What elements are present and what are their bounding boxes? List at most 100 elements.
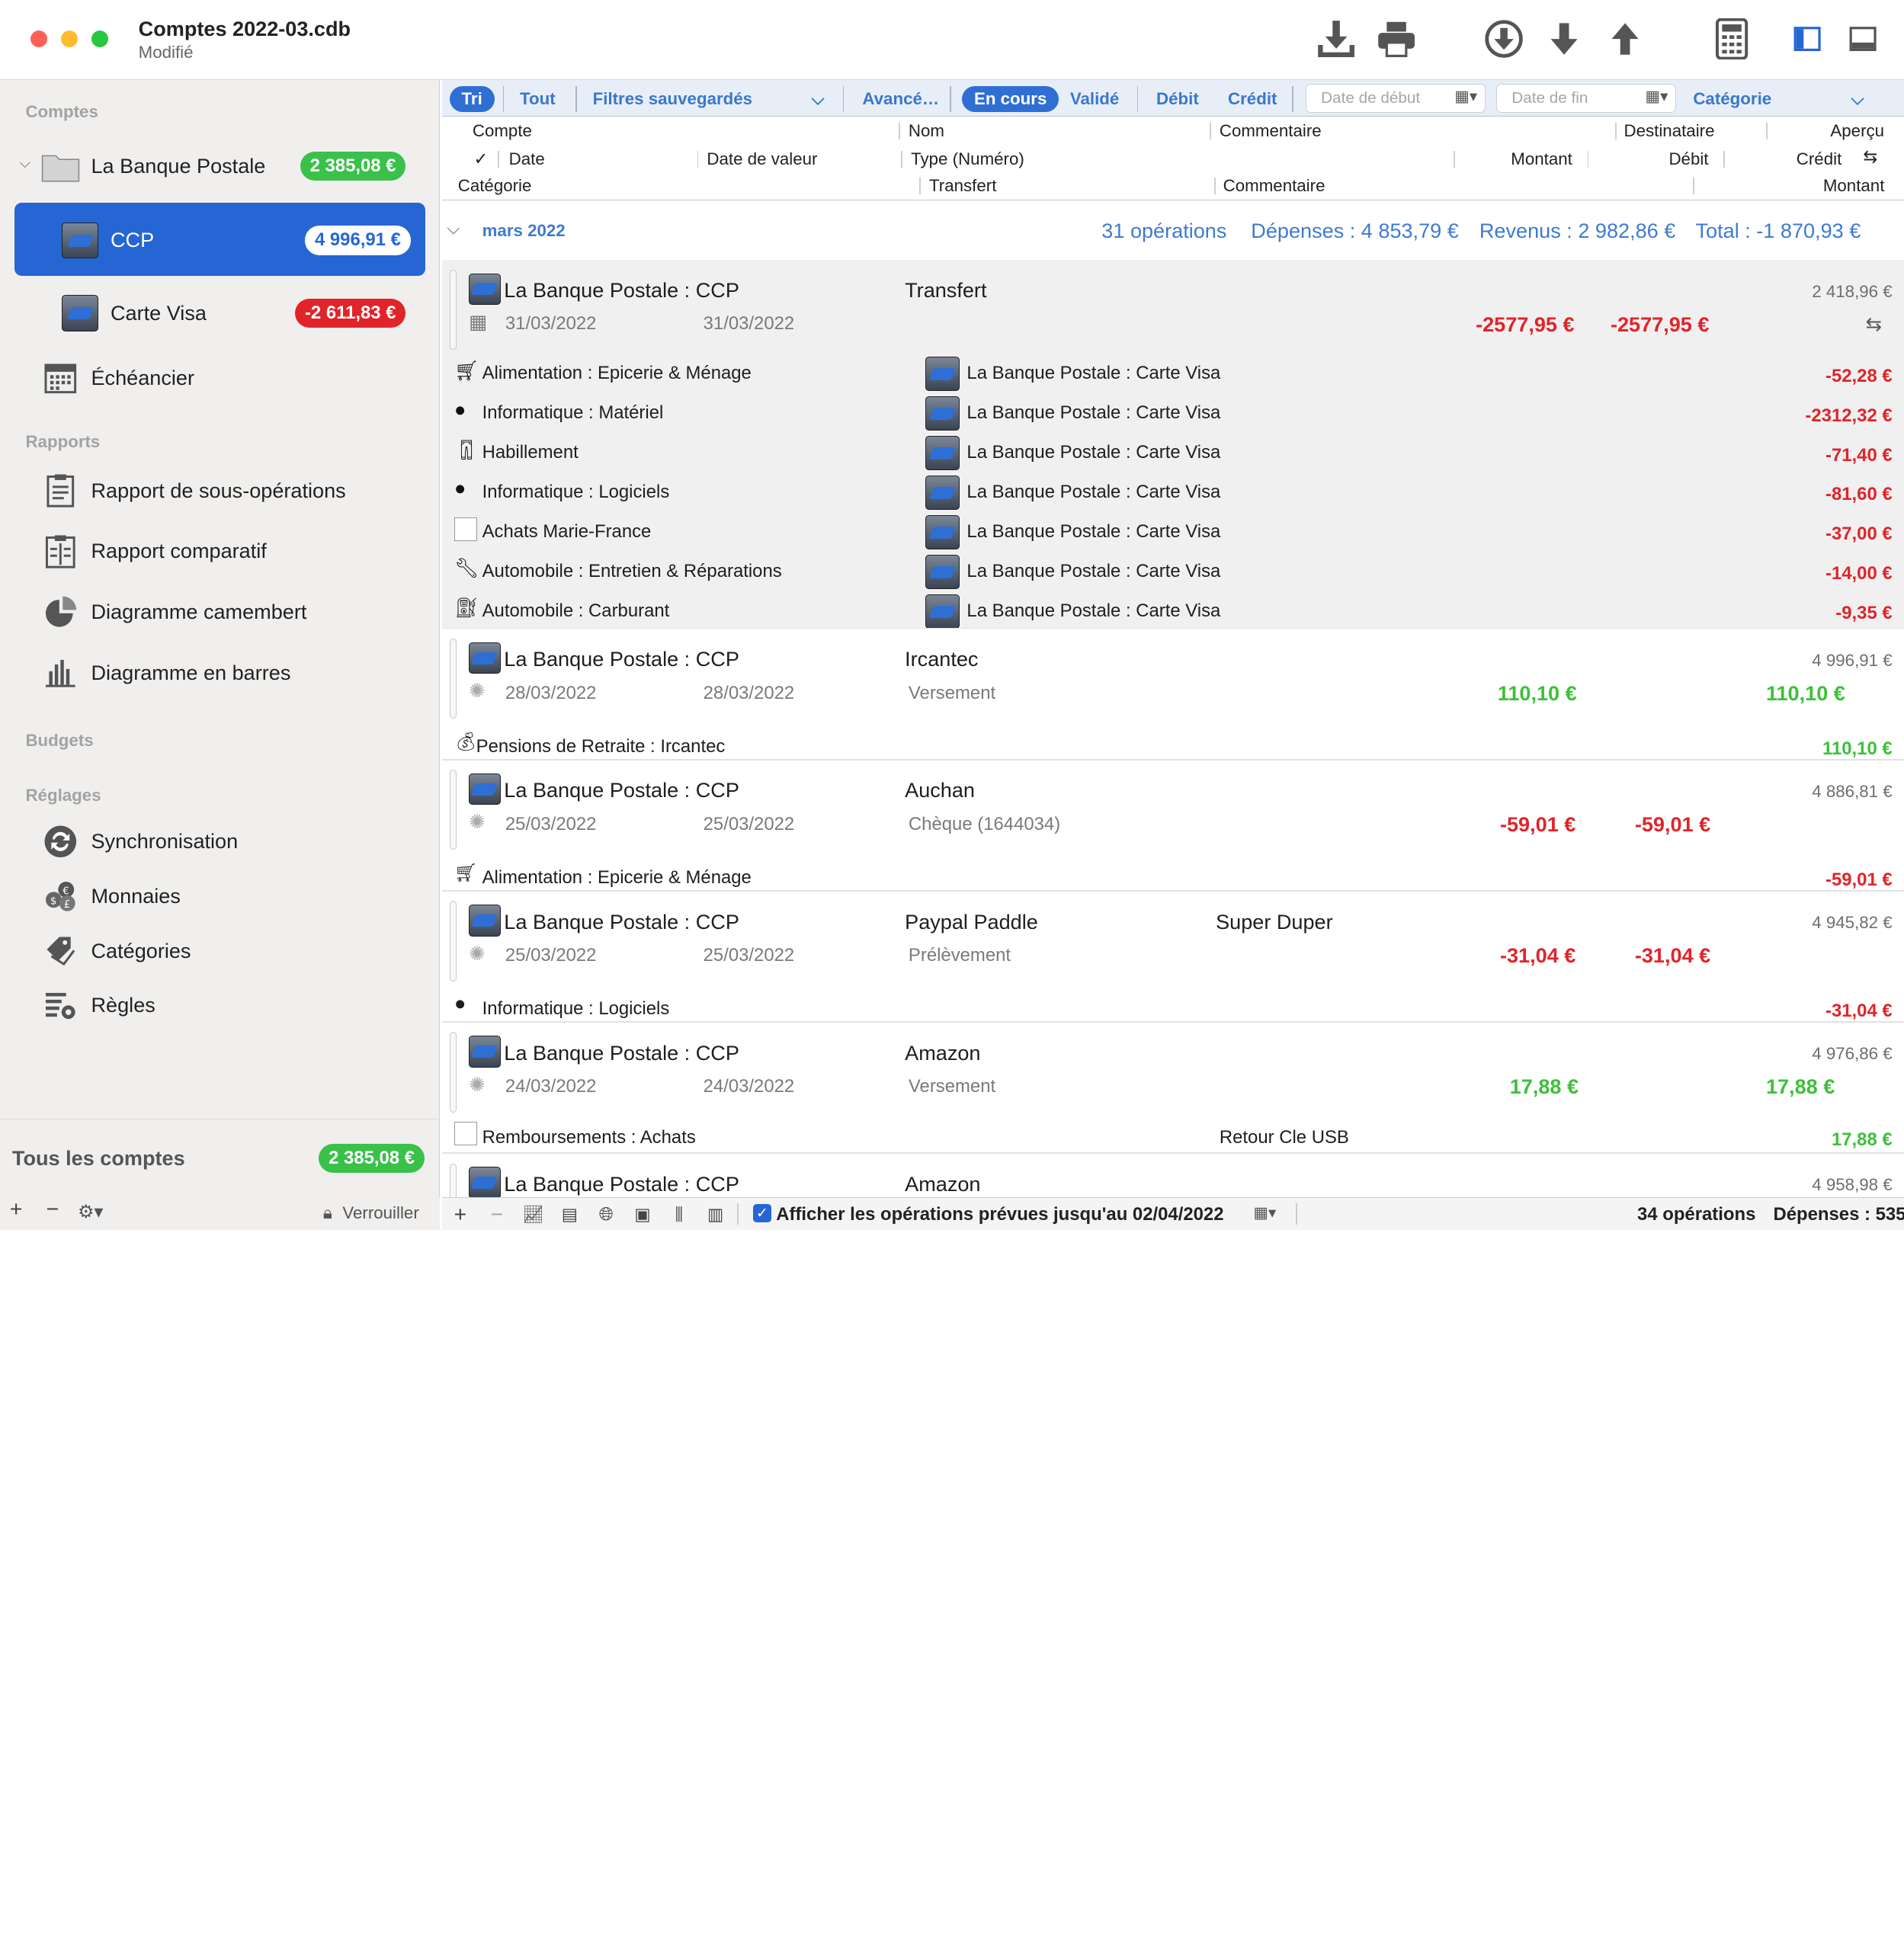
sidebar-item-rules[interactable]: Règles: [0, 978, 440, 1033]
move-up-button[interactable]: [1603, 17, 1646, 60]
col-transfer[interactable]: Transfert: [929, 176, 996, 196]
split-row[interactable]: Achats Marie-FranceLa Banque Postale : C…: [442, 515, 1904, 554]
date-start-field[interactable]: Date de début ▦▾: [1306, 84, 1486, 113]
sidebar-item-carte-visa[interactable]: Carte Visa -2 611,83 €: [0, 285, 440, 341]
sidebar-item-bar-chart[interactable]: Diagramme en barres: [0, 645, 440, 700]
bank-account-icon: [925, 436, 960, 470]
txn-value-date: 31/03/2022: [704, 313, 795, 335]
split-row[interactable]: ●Informatique : LogicielsLa Banque Posta…: [442, 476, 1904, 514]
chevron-down-icon[interactable]: ⌵: [1851, 86, 1864, 111]
col-name[interactable]: Nom: [909, 121, 944, 141]
show-planned-checkbox[interactable]: ✓: [753, 1204, 771, 1222]
split-icon[interactable]: ⫼: [667, 1203, 691, 1228]
col-type[interactable]: Type (Numéro): [911, 149, 1024, 169]
txn-account: La Banque Postale : CCP: [504, 1041, 739, 1065]
toggle-bottom-panel-button[interactable]: [1841, 17, 1885, 60]
bank-account-icon: [925, 396, 960, 431]
col-category[interactable]: Catégorie: [458, 176, 532, 196]
row-handle[interactable]: [450, 770, 457, 850]
transaction-row[interactable]: La Banque Postale : CCP Paypal Paddle Su…: [442, 892, 1904, 1022]
gear-icon[interactable]: ⚙▾: [78, 1201, 103, 1223]
debit-filter-button[interactable]: Débit: [1156, 86, 1199, 111]
split-row[interactable]: 🛒︎Alimentation : Epicerie & MénageLa Ban…: [442, 357, 1904, 396]
col-recipient[interactable]: Destinataire: [1624, 121, 1715, 141]
credit-filter-button[interactable]: Crédit: [1228, 86, 1277, 111]
calculator-button[interactable]: [1710, 17, 1754, 60]
col-comment-2[interactable]: Commentaire: [1223, 176, 1325, 196]
sidebar-item-report-compare[interactable]: Rapport comparatif: [0, 524, 440, 579]
row-handle[interactable]: [450, 270, 457, 350]
close-window-button[interactable]: [30, 30, 47, 47]
globe-icon[interactable]: 🌐︎: [594, 1203, 618, 1228]
split-row[interactable]: 🔧︎Automobile : Entretien & RéparationsLa…: [442, 555, 1904, 594]
split-amount: -31,04 €: [1825, 1001, 1893, 1022]
lock-button[interactable]: Verrouiller: [342, 1203, 418, 1223]
all-filter-button[interactable]: Tout: [520, 86, 556, 111]
minimize-window-button[interactable]: [61, 30, 78, 47]
sidebar-item-label: Catégories: [91, 939, 191, 963]
download-button[interactable]: [1482, 17, 1525, 60]
remove-account-button[interactable]: −: [46, 1197, 59, 1222]
split-row[interactable]: ●Informatique : MatérielLa Banque Postal…: [442, 396, 1904, 435]
chevron-down-icon[interactable]: ⌵: [19, 155, 30, 172]
sidebar-item-ccp[interactable]: CCP 4 996,91 €: [0, 213, 440, 268]
col-debit[interactable]: Débit: [1668, 149, 1708, 169]
sidebar-item-bank[interactable]: ⌵ La Banque Postale 2 385,08 €: [0, 139, 440, 194]
calendar-grid-icon[interactable]: ▦▾: [1454, 87, 1477, 106]
transaction-row[interactable]: La Banque Postale : CCP Amazon 4 958,98 …: [442, 1154, 1904, 1197]
print-button[interactable]: [1375, 17, 1418, 60]
row-handle[interactable]: [450, 639, 457, 719]
move-down-button[interactable]: [1543, 17, 1586, 60]
divider: [697, 151, 699, 168]
line-chart-icon[interactable]: 📈︎: [521, 1203, 546, 1228]
advanced-filter-button[interactable]: Avancé…: [862, 86, 939, 111]
sidebar-item-pie-chart[interactable]: Diagramme camembert: [0, 584, 440, 639]
col-comment[interactable]: Commentaire: [1220, 121, 1322, 141]
row-handle[interactable]: [450, 901, 457, 981]
split-row[interactable]: 👖︎HabillementLa Banque Postale : Carte V…: [442, 436, 1904, 475]
chevron-down-icon[interactable]: ⌵: [811, 86, 824, 111]
month-group-header[interactable]: ⌵ mars 2022 31 opérations Dépenses : 4 8…: [442, 202, 1904, 260]
split-transfer-account: La Banque Postale : Carte Visa: [966, 402, 1220, 424]
remove-transaction-button[interactable]: −: [485, 1203, 509, 1228]
id-card-icon[interactable]: ▣: [630, 1203, 655, 1228]
validated-filter-button[interactable]: Validé: [1070, 86, 1119, 111]
sidebar-item-scheduler[interactable]: Échéancier: [0, 350, 440, 405]
transaction-row[interactable]: La Banque Postale : CCP Auchan 4 886,81 …: [442, 761, 1904, 891]
all-accounts-label[interactable]: Tous les comptes: [12, 1146, 185, 1171]
show-planned-label[interactable]: Afficher les opérations prévues jusqu'au…: [776, 1204, 1223, 1225]
txn-account: La Banque Postale : CCP: [504, 647, 739, 671]
category-filter-dropdown[interactable]: Catégorie: [1693, 86, 1771, 111]
date-end-field[interactable]: Date de fin ▦▾: [1496, 84, 1676, 113]
col-account[interactable]: Compte: [473, 121, 532, 141]
toggle-sidebar-button[interactable]: [1785, 17, 1829, 60]
sort-filter-button[interactable]: Tri: [450, 86, 495, 111]
transaction-row[interactable]: La Banque Postale : CCP Ircantec 4 996,9…: [442, 629, 1904, 759]
chevron-down-icon[interactable]: ⌵: [447, 219, 460, 239]
transaction-row[interactable]: La Banque Postale : CCP Amazon 4 976,86 …: [442, 1023, 1904, 1153]
calendar-grid-icon[interactable]: ▦▾: [1646, 87, 1668, 106]
add-account-button[interactable]: +: [10, 1197, 23, 1222]
row-handle[interactable]: [450, 1164, 457, 1198]
sidebar-item-currencies[interactable]: $€£ Monnaies: [0, 868, 440, 924]
sidebar-item-sync[interactable]: Synchronisation: [0, 814, 440, 870]
pending-filter-button[interactable]: En cours: [962, 86, 1059, 111]
calendar-grid-icon[interactable]: ▦▾: [1253, 1203, 1276, 1222]
col-checked[interactable]: ✓: [473, 149, 488, 169]
transaction-row[interactable]: La Banque Postale : CCP Transfert 2 418,…: [442, 260, 1904, 628]
report-icon[interactable]: ▤: [557, 1203, 582, 1228]
bar-chart-icon[interactable]: ▥: [704, 1203, 728, 1228]
col-amount[interactable]: Montant: [1511, 149, 1572, 169]
import-button[interactable]: [1314, 17, 1357, 60]
col-preview[interactable]: Aperçu: [1830, 121, 1884, 141]
sidebar-item-report-subops[interactable]: Rapport de sous-opérations: [0, 463, 440, 518]
col-amount-2[interactable]: Montant: [1823, 176, 1885, 196]
saved-filters-dropdown[interactable]: Filtres sauvegardés: [593, 86, 752, 111]
col-date[interactable]: Date: [509, 149, 545, 169]
zoom-window-button[interactable]: [91, 30, 108, 47]
row-handle[interactable]: [450, 1032, 457, 1112]
col-value-date[interactable]: Date de valeur: [707, 149, 817, 169]
add-transaction-button[interactable]: +: [448, 1203, 473, 1228]
sidebar-item-categories[interactable]: Catégories: [0, 923, 440, 978]
col-credit[interactable]: Crédit: [1797, 149, 1841, 169]
